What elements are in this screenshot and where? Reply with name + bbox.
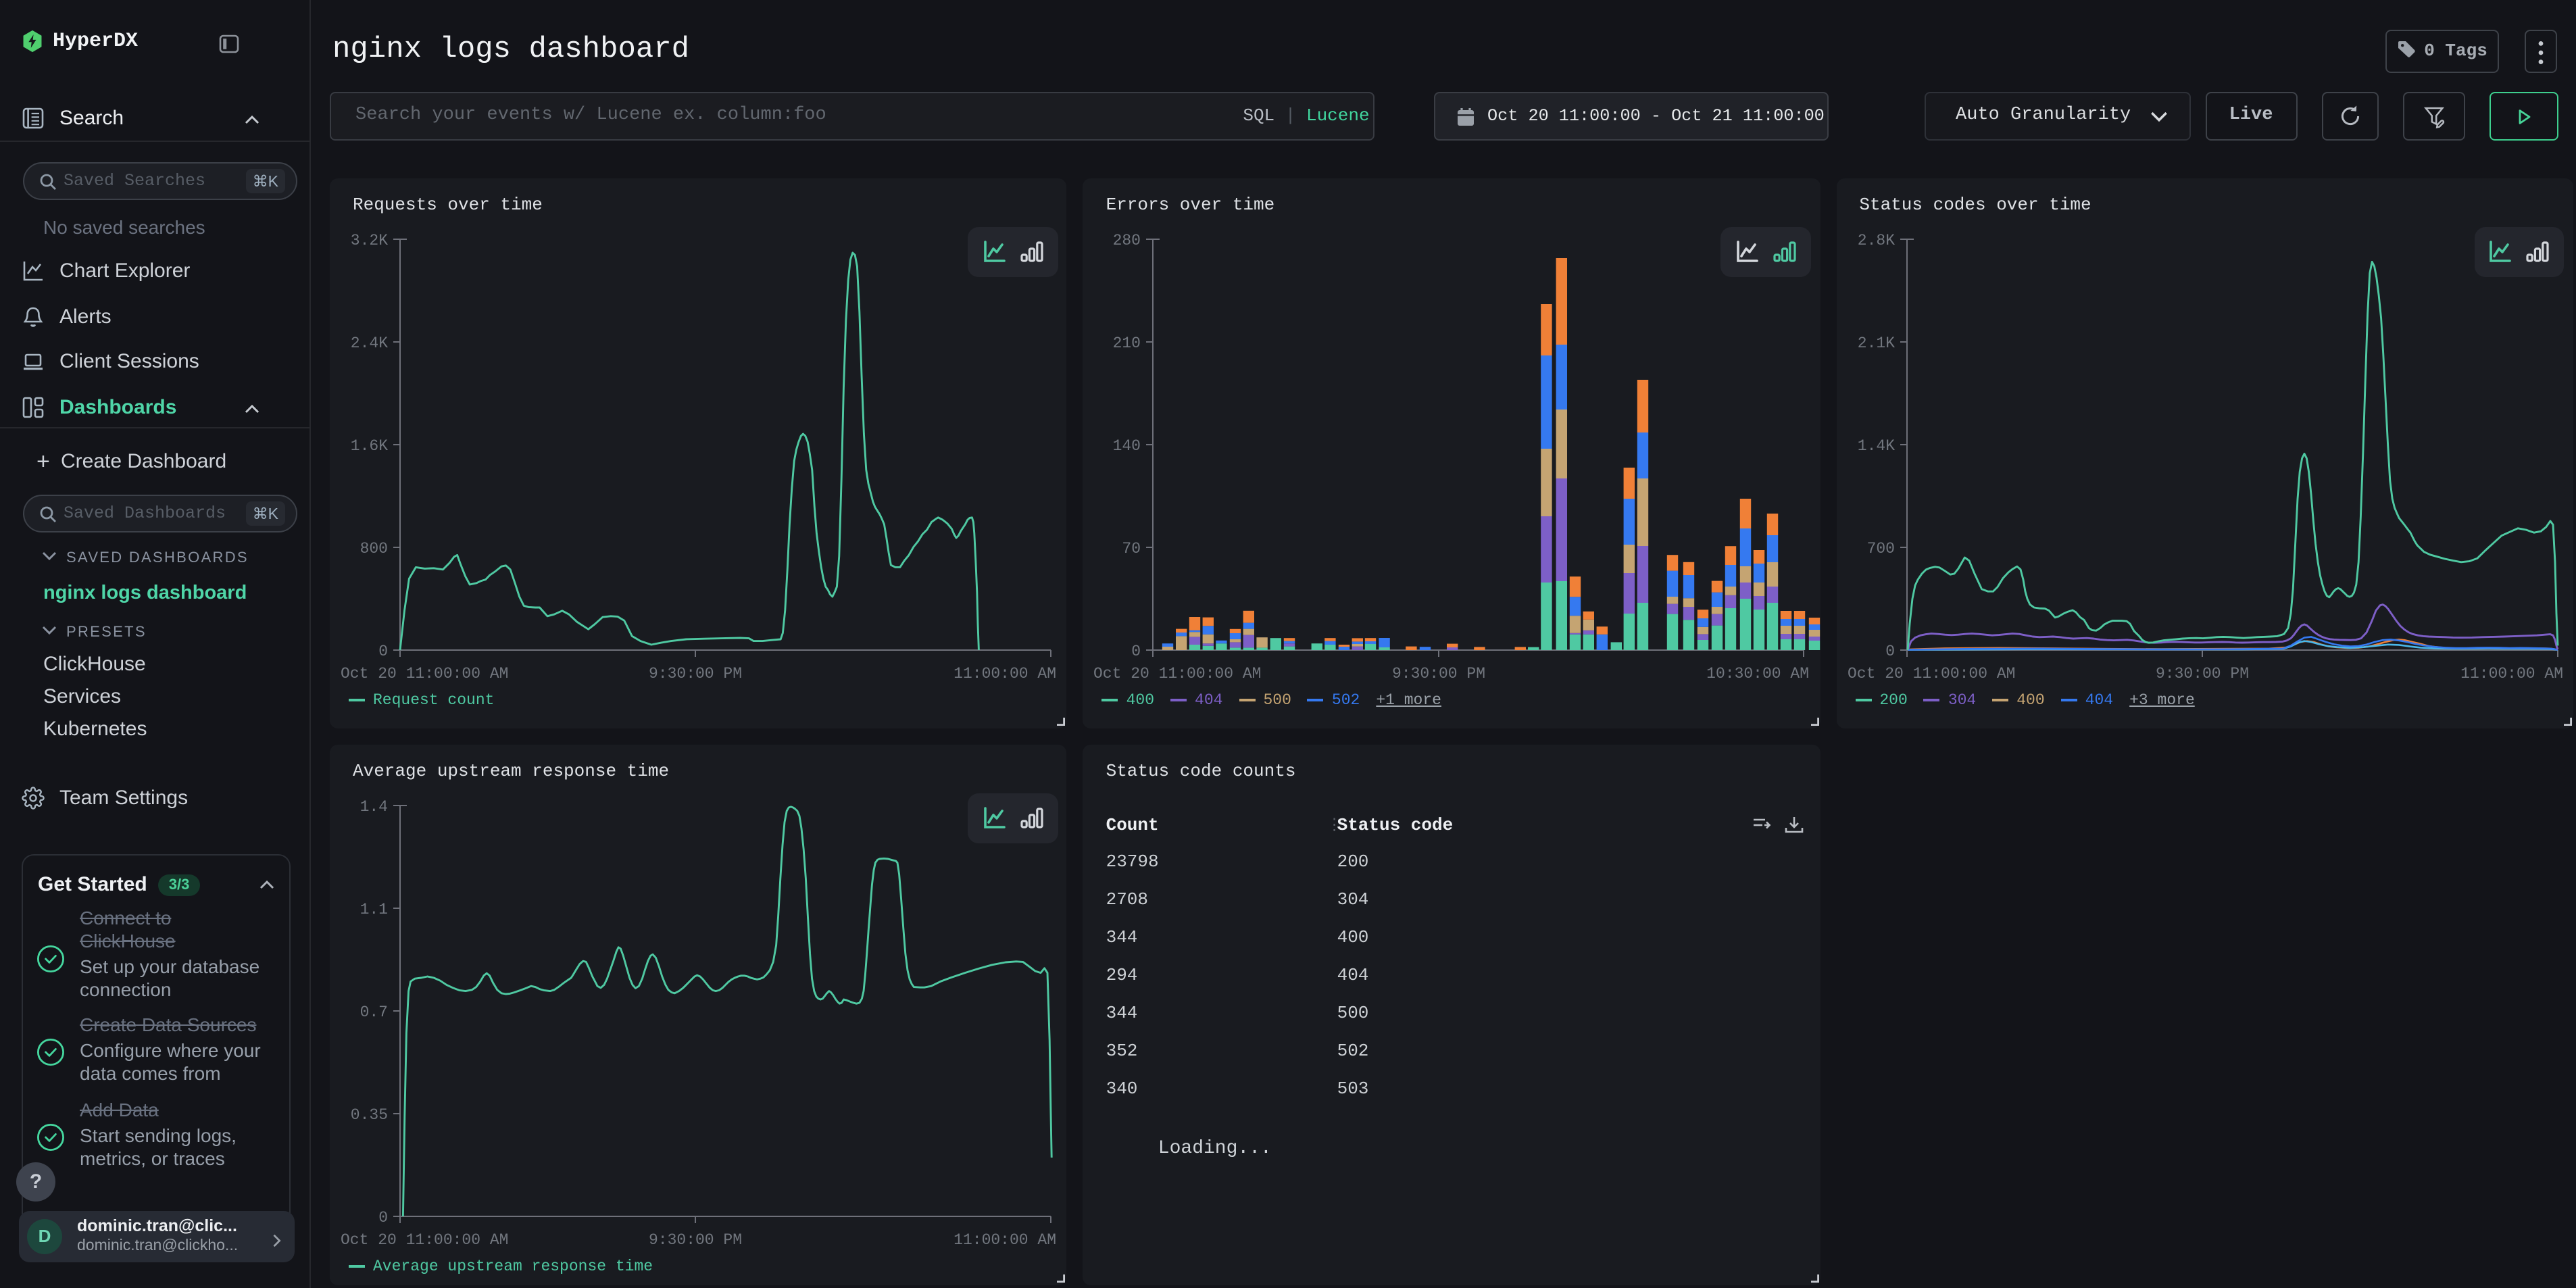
svg-text:0.7: 0.7	[360, 1003, 388, 1020]
svg-text:11:00:00 AM: 11:00:00 AM	[953, 664, 1056, 682]
svg-text:9:30:00 PM: 9:30:00 PM	[649, 664, 742, 682]
svg-text:0: 0	[1132, 642, 1141, 660]
svg-text:Oct 20 11:00:00 AM: Oct 20 11:00:00 AM	[341, 664, 508, 682]
svg-text:140: 140	[1113, 437, 1141, 454]
svg-text:9:30:00 PM: 9:30:00 PM	[649, 1231, 742, 1248]
svg-text:11:00:00 AM: 11:00:00 AM	[953, 1231, 1056, 1248]
svg-text:9:30:00 PM: 9:30:00 PM	[2155, 664, 2248, 682]
svg-text:2.1K: 2.1K	[1857, 334, 1894, 351]
svg-text:1.4K: 1.4K	[1857, 437, 1894, 454]
svg-text:0: 0	[378, 1208, 388, 1226]
svg-text:0: 0	[1885, 642, 1895, 660]
svg-text:0: 0	[378, 642, 388, 660]
svg-text:2.8K: 2.8K	[1857, 231, 1894, 249]
svg-text:1.1: 1.1	[360, 900, 388, 918]
svg-text:700: 700	[1866, 539, 1894, 557]
svg-text:3.2K: 3.2K	[351, 231, 388, 249]
svg-text:1.6K: 1.6K	[351, 437, 388, 454]
svg-text:Oct 20 11:00:00 AM: Oct 20 11:00:00 AM	[341, 1231, 508, 1248]
svg-text:280: 280	[1113, 231, 1141, 249]
svg-text:800: 800	[360, 539, 388, 557]
svg-text:Oct 20 11:00:00 AM: Oct 20 11:00:00 AM	[1094, 664, 1262, 682]
svg-text:10:30:00 AM: 10:30:00 AM	[1707, 664, 1810, 682]
svg-text:0.35: 0.35	[351, 1106, 388, 1123]
svg-text:70: 70	[1122, 539, 1141, 557]
svg-text:2.4K: 2.4K	[351, 334, 388, 351]
svg-text:Oct 20 11:00:00 AM: Oct 20 11:00:00 AM	[1847, 664, 2014, 682]
svg-text:1.4: 1.4	[360, 797, 388, 815]
svg-text:9:30:00 PM: 9:30:00 PM	[1393, 664, 1486, 682]
svg-text:210: 210	[1113, 334, 1141, 351]
svg-text:11:00:00 AM: 11:00:00 AM	[2460, 664, 2563, 682]
